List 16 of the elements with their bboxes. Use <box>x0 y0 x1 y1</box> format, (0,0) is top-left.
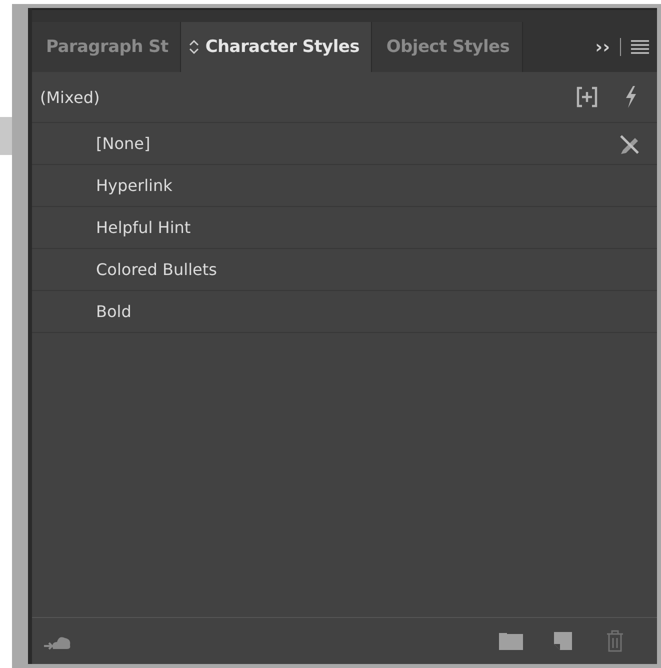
style-name: [None] <box>96 134 152 153</box>
style-name: Colored Bullets <box>96 260 218 279</box>
style-name: Bold <box>96 302 132 321</box>
current-style-label: (Mixed) <box>40 88 101 106</box>
style-row[interactable]: [None] <box>32 123 657 165</box>
new-page-icon[interactable] <box>551 629 575 653</box>
style-row[interactable]: Helpful Hint <box>32 207 657 249</box>
style-name: Helpful Hint <box>96 218 192 237</box>
menu-icon[interactable] <box>631 40 649 54</box>
style-row[interactable]: Hyperlink <box>32 165 657 207</box>
style-row[interactable]: Colored Bullets <box>32 249 657 291</box>
add-bracket-icon[interactable] <box>575 85 599 109</box>
style-name: Hyperlink <box>96 176 174 195</box>
sort-arrows-icon <box>189 39 200 55</box>
panel-tab[interactable]: Character Styles <box>181 22 372 72</box>
style-row[interactable]: Bold <box>32 291 657 333</box>
